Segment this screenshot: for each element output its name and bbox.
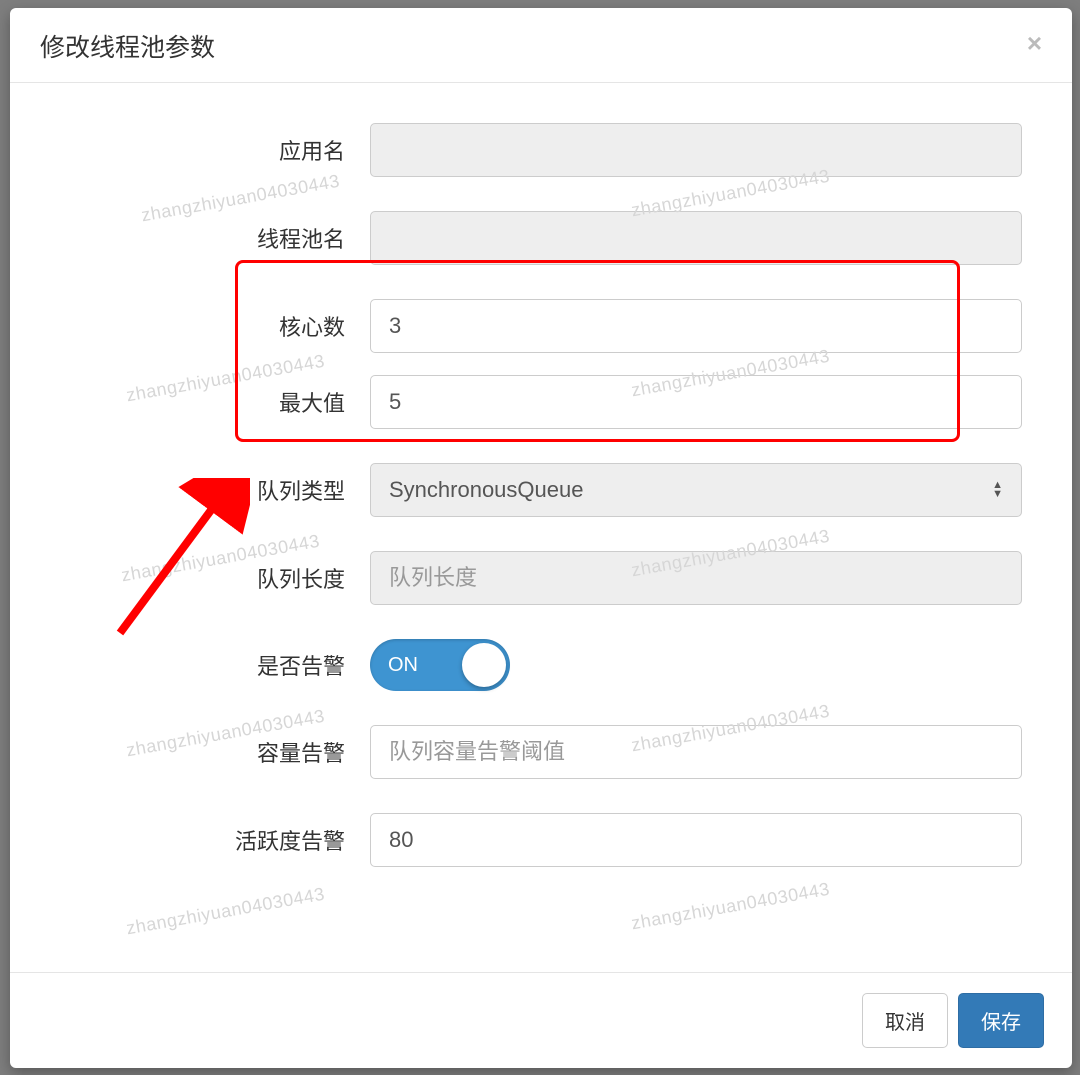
- activity-alert-label: 活跃度告警: [10, 824, 370, 856]
- watermark: zhangzhiyuan04030443: [630, 879, 832, 935]
- app-name-label: 应用名: [10, 134, 370, 166]
- capacity-alert-input[interactable]: [370, 725, 1022, 779]
- pool-name-field: [370, 211, 1022, 265]
- queue-length-input: [370, 551, 1022, 605]
- activity-alert-input[interactable]: [370, 813, 1022, 867]
- modal-body: zhangzhiyuan04030443 zhangzhiyuan0403044…: [10, 83, 1072, 972]
- queue-length-label: 队列长度: [10, 562, 370, 594]
- app-name-field: [370, 123, 1022, 177]
- cancel-button[interactable]: 取消: [862, 993, 948, 1048]
- max-value-label: 最大值: [10, 386, 370, 418]
- alert-enabled-label: 是否告警: [10, 649, 370, 681]
- close-icon[interactable]: ×: [1027, 30, 1042, 56]
- toggle-knob: [462, 643, 506, 687]
- pool-name-label: 线程池名: [10, 222, 370, 254]
- watermark: zhangzhiyuan04030443: [125, 884, 327, 940]
- queue-type-label: 队列类型: [10, 474, 370, 506]
- core-count-input[interactable]: [370, 299, 1022, 353]
- modal-footer: 取消 保存: [10, 972, 1072, 1068]
- toggle-state-label: ON: [388, 654, 418, 677]
- modal-title: 修改线程池参数: [40, 28, 215, 64]
- save-button[interactable]: 保存: [958, 993, 1044, 1048]
- capacity-alert-label: 容量告警: [10, 736, 370, 768]
- modal-header: 修改线程池参数 ×: [10, 8, 1072, 83]
- queue-type-select[interactable]: SynchronousQueue ▲▼: [370, 463, 1022, 517]
- max-value-input[interactable]: [370, 375, 1022, 429]
- core-count-label: 核心数: [10, 310, 370, 342]
- chevron-updown-icon: ▲▼: [992, 481, 1003, 499]
- queue-type-value: SynchronousQueue: [389, 477, 583, 503]
- alert-toggle[interactable]: ON: [370, 639, 510, 691]
- modal-dialog: 修改线程池参数 × zhangzhiyuan04030443 zhangzhiy…: [10, 8, 1072, 1068]
